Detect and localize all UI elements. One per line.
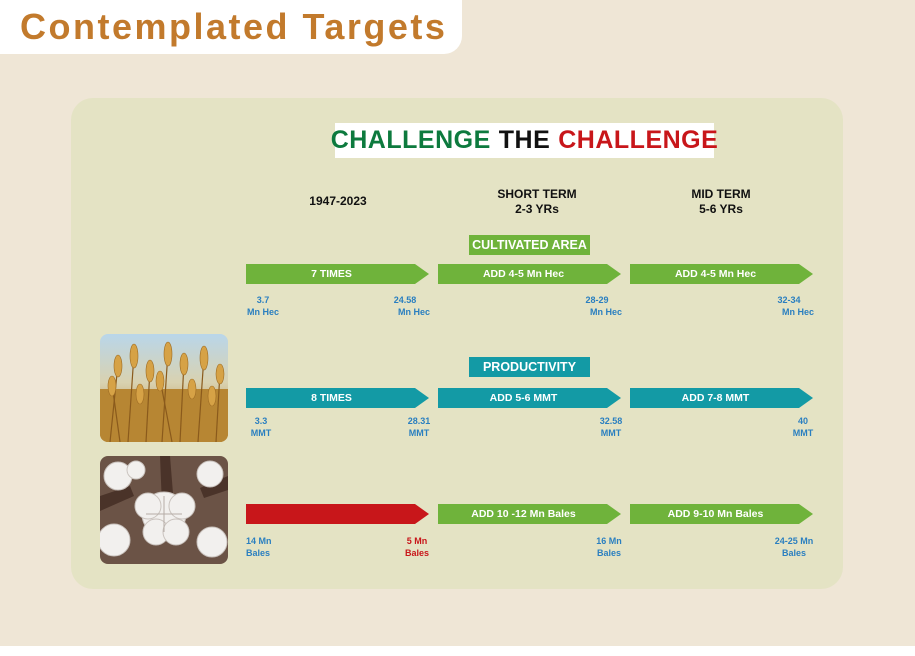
arrow-label: ADD 5-6 MMT	[489, 392, 558, 404]
value-number: 3.3	[254, 416, 268, 426]
arrow-label: ADD 7-8 MMT	[681, 392, 750, 404]
value-number: 16 Mn	[596, 536, 622, 546]
value-number: 28.31	[407, 416, 431, 426]
arrow-productivity-mid-term: ADD 7-8 MMT	[630, 388, 813, 408]
arrow-productivity-short-term: ADD 5-6 MMT	[438, 388, 621, 408]
arrow-productivity-baseline: 8 TIMES	[246, 388, 429, 408]
column-header-line2: 5-6 YRs	[699, 202, 743, 216]
value-productivity-2023: 28.31 MMT	[402, 415, 436, 439]
arrow-area-mid-term: ADD 4-5 Mn Hec	[630, 264, 813, 284]
column-header-line1: SHORT TERM	[497, 187, 577, 201]
arrow-cotton-baseline	[246, 504, 429, 524]
value-number: 32-34	[777, 295, 801, 305]
headline-box: CHALLENGE THE CHALLENGE	[331, 123, 718, 158]
section-label-productivity: PRODUCTIVITY	[469, 357, 590, 377]
column-header-baseline: 1947-2023	[258, 194, 418, 209]
arrow-label: 7 TIMES	[311, 268, 352, 280]
value-number: 32.58	[599, 416, 623, 426]
arrow-area-baseline: 7 TIMES	[246, 264, 429, 284]
value-area-short-term: 28-29 Mn Hec	[572, 294, 622, 318]
value-number: 14 Mn	[246, 536, 272, 546]
value-unit: Bales	[596, 548, 622, 558]
section-label-cultivated-area: CULTIVATED AREA	[469, 235, 590, 255]
value-unit: Mn Hec	[589, 307, 622, 317]
value-number: 40	[797, 416, 808, 426]
title-tab: Contemplated Targets	[0, 0, 462, 54]
value-productivity-start: 3.3 MMT	[246, 415, 276, 439]
headline-part-3: CHALLENGE	[558, 126, 719, 154]
value-number: 28-29	[585, 295, 609, 305]
value-unit: Mn Hec	[397, 307, 430, 317]
column-header-line1: 1947-2023	[309, 194, 367, 208]
headline-part-1: CHALLENGE	[330, 126, 491, 154]
value-number: 5 Mn	[406, 536, 428, 546]
value-unit: Bales	[246, 548, 271, 558]
value-unit: Bales	[781, 548, 807, 558]
arrow-area-short-term: ADD 4-5 Mn Hec	[438, 264, 621, 284]
arrow-cotton-mid-term: ADD 9-10 Mn Bales	[630, 504, 813, 524]
page-title: Contemplated Targets	[20, 6, 448, 47]
value-productivity-mid-term: 40 MMT	[786, 415, 820, 439]
column-header-mid-term: MID TERM 5-6 YRs	[641, 187, 801, 217]
wheat-photo	[100, 334, 228, 442]
column-header-short-term: SHORT TERM 2-3 YRs	[457, 187, 617, 217]
value-area-mid-term: 32-34 Mn Hec	[764, 294, 814, 318]
cotton-photo	[100, 456, 228, 564]
value-unit: MMT	[792, 428, 814, 438]
arrow-label: ADD 9-10 Mn Bales	[667, 508, 764, 520]
arrow-label: 8 TIMES	[311, 392, 352, 404]
value-unit: Mn Hec	[781, 307, 814, 317]
arrow-label: ADD 4-5 Mn Hec	[674, 268, 757, 280]
value-cotton-2023: 5 Mn Bales	[402, 535, 432, 559]
value-unit: MMT	[600, 428, 622, 438]
value-unit: Bales	[404, 548, 430, 558]
value-cotton-start: 14 Mn Bales	[246, 535, 272, 559]
headline-part-2: THE	[498, 126, 551, 154]
value-productivity-short-term: 32.58 MMT	[594, 415, 628, 439]
column-header-line1: MID TERM	[691, 187, 751, 201]
arrow-label: ADD 4-5 Mn Hec	[482, 268, 565, 280]
value-unit: MMT	[408, 428, 430, 438]
arrow-label: ADD 10 -12 Mn Bales	[471, 508, 576, 520]
value-number: 3.7	[256, 295, 270, 305]
value-area-start: 3.7 Mn Hec	[246, 294, 280, 318]
arrow-cotton-short-term: ADD 10 -12 Mn Bales	[438, 504, 621, 524]
value-number: 24-25 Mn	[774, 536, 814, 546]
column-header-line2: 2-3 YRs	[515, 202, 559, 216]
value-cotton-mid-term: 24-25 Mn Bales	[770, 535, 818, 559]
value-cotton-short-term: 16 Mn Bales	[593, 535, 625, 559]
value-unit: MMT	[250, 428, 272, 438]
value-number: 24.58	[393, 295, 417, 305]
value-area-2023: 24.58 Mn Hec	[380, 294, 430, 318]
value-unit: Mn Hec	[246, 307, 279, 317]
